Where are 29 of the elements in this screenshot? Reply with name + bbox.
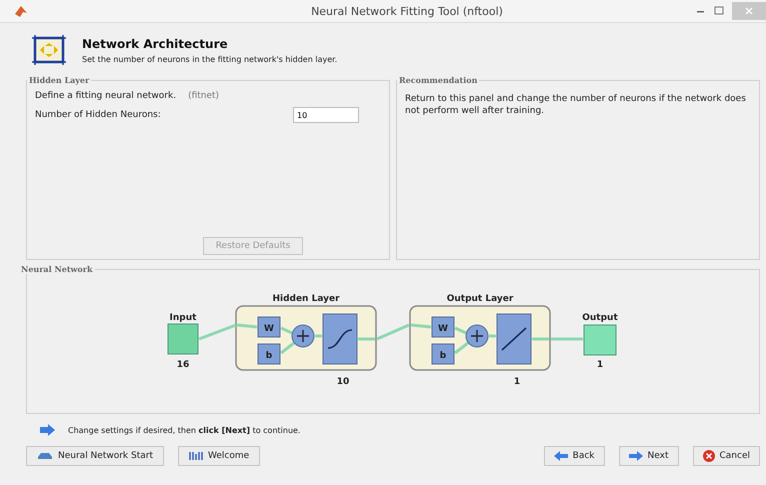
input-size: 16 [176,360,190,370]
layer-size: 10 [336,377,350,387]
hint-text: Change settings if desired, then click [Next] to continue. [68,426,300,434]
panel-title: Recommendation [398,75,478,85]
layer-title: Output Layer [446,294,514,304]
weight-node: W [432,316,454,338]
start-button[interactable]: Neural Network Start [26,446,164,466]
bias-node: b [258,344,280,364]
window-title: Neural Network Fitting Tool (nftool) [310,4,504,18]
function-name: (fitnet) [188,91,220,101]
next-button[interactable]: Next [618,446,678,466]
output-size: 1 [596,360,604,370]
cancel-button[interactable]: Cancel [692,446,760,466]
panel-title: Neural Network [20,264,94,274]
bias-node: b [432,344,454,364]
back-button[interactable]: Back [544,446,605,466]
output-label: Output [582,313,618,323]
layer-title: Hidden Layer [272,294,340,304]
description-text: Define a fitting neural network. [35,91,176,101]
page-title: Network Architecture [82,36,229,50]
panel-title: Hidden Layer [28,75,90,85]
field-label: Number of Hidden Neurons: [35,110,161,120]
page-subtitle: Set the number of neurons in the fitting network's hidden layer. [82,54,338,64]
recommendation-text: Return to this panel and change the number of neurons if the network does not perform well after training. [405,93,747,118]
layer-size: 1 [514,377,520,387]
input-label: Input [170,313,196,323]
weight-node: W [258,316,280,338]
neurons-input-field[interactable]: 10 [293,107,359,123]
welcome-button[interactable]: Welcome [178,446,260,466]
